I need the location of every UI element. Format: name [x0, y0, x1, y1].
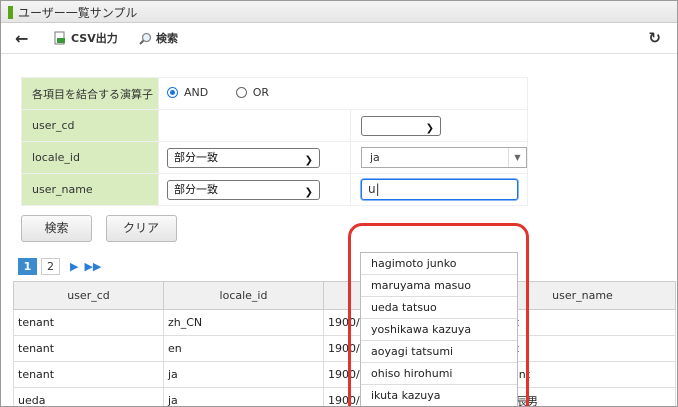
- user-name-input-value: u: [368, 182, 376, 196]
- chevron-down-icon: ❯: [425, 122, 434, 134]
- table-row[interactable]: tenant en 1900/0 nant: [13, 335, 676, 362]
- next-page-icon[interactable]: ▶: [70, 260, 78, 273]
- form-row-locale-id: locale_id 部分一致 ❯ ja ▼: [21, 141, 528, 174]
- last-page-icon[interactable]: ▶▶: [84, 260, 101, 273]
- pager: 1 2 ▶ ▶▶: [18, 258, 101, 275]
- highlight-annotation: [348, 223, 529, 406]
- cell-user-cd: tenant: [13, 335, 164, 362]
- user-name-match-select[interactable]: 部分一致 ❯: [167, 179, 320, 200]
- cell-user-cd: tenant: [13, 309, 164, 336]
- search-button[interactable]: 検索: [21, 215, 92, 242]
- grid-header-row: user_cd locale_id user_name: [13, 281, 676, 310]
- back-arrow-icon: ←: [15, 28, 29, 48]
- page-2-button[interactable]: 2: [41, 258, 60, 275]
- form-row-user-name: user_name 部分一致 ❯ u|: [21, 173, 528, 206]
- or-radio-label: OR: [252, 86, 270, 99]
- csv-export-label: CSV出力: [71, 32, 118, 45]
- form-buttons: 検索 クリア: [21, 215, 187, 242]
- header-user-cd[interactable]: user_cd: [13, 281, 164, 310]
- user-cd-label: user_cd: [21, 109, 159, 142]
- locale-match-select[interactable]: 部分一致 ❯: [167, 147, 320, 168]
- user-cd-select[interactable]: ❯: [361, 115, 441, 136]
- text-caret: |: [375, 182, 380, 196]
- locale-match-cell: 部分一致 ❯: [158, 141, 351, 174]
- user-name-value-cell: u|: [350, 173, 528, 206]
- and-radio-label: AND: [184, 86, 209, 99]
- csv-export-button[interactable]: CSV出力: [53, 23, 118, 53]
- page-1-button[interactable]: 1: [18, 258, 37, 275]
- cell-user-cd: ueda: [13, 387, 164, 406]
- clear-button[interactable]: クリア: [105, 215, 177, 242]
- chevron-down-icon: ❯: [304, 154, 313, 166]
- refresh-icon: ↻: [648, 29, 661, 47]
- user-name-match-value: 部分一致: [174, 182, 218, 196]
- locale-combobox[interactable]: ja ▼: [361, 147, 527, 168]
- table-row[interactable]: tenant ja 1900/01/01 tenant: [13, 361, 676, 388]
- cell-locale-id: ja: [163, 361, 324, 388]
- operator-options: AND OR: [158, 77, 528, 110]
- combobox-arrow-icon[interactable]: ▼: [508, 148, 526, 167]
- title-bar: ユーザー一覧サンプル: [1, 1, 677, 23]
- or-radio-dot: [235, 87, 247, 98]
- or-radio[interactable]: OR: [235, 86, 270, 99]
- csv-file-icon: [53, 31, 67, 45]
- cell-locale-id: zh_CN: [163, 309, 324, 336]
- window-title: ユーザー一覧サンプル: [18, 6, 138, 20]
- magnifier-icon: [139, 32, 152, 45]
- cell-locale-id: ja: [163, 387, 324, 406]
- cell-user-cd: tenant: [13, 361, 164, 388]
- user-cd-match-cell: [158, 109, 351, 142]
- chevron-down-icon: ❯: [304, 186, 313, 198]
- app-window: ユーザー一覧サンプル ← CSV出力 検索 ↻ 各項目を結合する演算子 AND …: [0, 0, 678, 407]
- table-row[interactable]: ueda ja 1900/01/01 上田辰男: [13, 387, 676, 406]
- locale-id-label: locale_id: [21, 141, 159, 174]
- table-row[interactable]: tenant zh_CN 1900/0 nant: [13, 309, 676, 336]
- title-marker-icon: [8, 6, 13, 19]
- refresh-button[interactable]: ↻: [648, 23, 661, 53]
- user-name-input[interactable]: u|: [361, 179, 518, 200]
- toolbar: ← CSV出力 検索 ↻: [1, 23, 677, 53]
- locale-combobox-value: ja: [370, 151, 380, 164]
- locale-value-cell: ja ▼: [350, 141, 528, 174]
- operator-label: 各項目を結合する演算子: [21, 77, 159, 110]
- user-name-match-cell: 部分一致 ❯: [158, 173, 351, 206]
- toolbar-search-button[interactable]: 検索: [139, 23, 178, 53]
- locale-match-value: 部分一致: [174, 150, 218, 164]
- and-radio-dot: [167, 87, 178, 98]
- form-row-user-cd: user_cd ❯: [21, 109, 528, 142]
- and-radio[interactable]: AND: [167, 86, 208, 99]
- header-locale-id[interactable]: locale_id: [163, 281, 324, 310]
- back-button[interactable]: ←: [15, 23, 28, 53]
- form-row-operator: 各項目を結合する演算子 AND OR: [21, 77, 528, 110]
- user-cd-value-cell: ❯: [350, 109, 528, 142]
- user-name-label: user_name: [21, 173, 159, 206]
- user-grid: user_cd locale_id user_name tenant zh_CN…: [13, 281, 676, 406]
- content-panel: 各項目を結合する演算子 AND OR user_cd ❯ locale_id 部…: [1, 53, 677, 406]
- toolbar-search-label: 検索: [156, 32, 178, 45]
- cell-locale-id: en: [163, 335, 324, 362]
- search-form: 各項目を結合する演算子 AND OR user_cd ❯ locale_id 部…: [21, 77, 528, 206]
